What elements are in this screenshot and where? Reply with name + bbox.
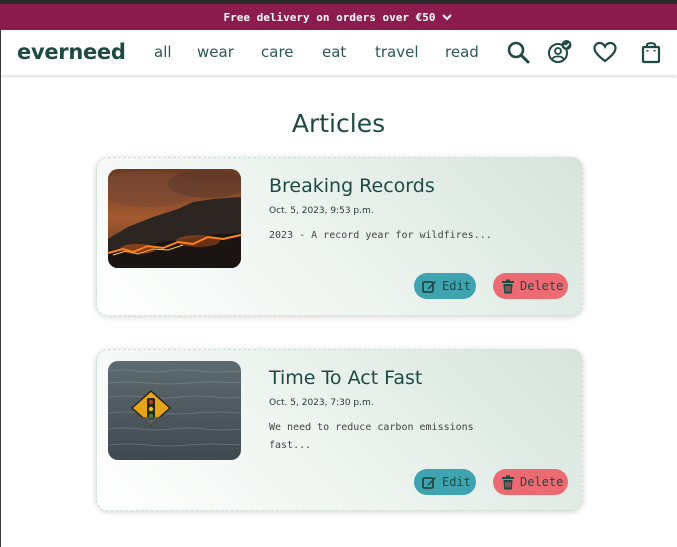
main-nav: everneed all wear care eat travel read: [1, 30, 677, 75]
nav-item-eat[interactable]: eat: [322, 43, 346, 61]
promo-text: Free delivery on orders over €50: [223, 10, 436, 24]
nav-item-wear[interactable]: wear: [197, 43, 234, 61]
delete-label: Delete: [520, 279, 564, 293]
promo-banner[interactable]: Free delivery on orders over €50: [0, 4, 677, 30]
delete-button[interactable]: Delete: [493, 273, 568, 299]
nav-item-travel[interactable]: travel: [375, 43, 419, 61]
heart-icon[interactable]: [592, 39, 618, 65]
article-image[interactable]: [108, 361, 241, 460]
trash-icon: [502, 475, 514, 489]
delete-button[interactable]: Delete: [493, 469, 568, 495]
edit-button[interactable]: Edit: [414, 273, 476, 299]
nav-item-care[interactable]: care: [261, 43, 294, 61]
edit-label: Edit: [442, 279, 471, 293]
edit-button[interactable]: Edit: [414, 469, 476, 495]
logo[interactable]: everneed: [17, 40, 126, 64]
article-date: Oct. 5, 2023, 9:53 p.m.: [269, 206, 374, 216]
window-left-edge: [0, 4, 1, 547]
edit-icon: [422, 476, 436, 489]
search-icon[interactable]: [505, 39, 531, 65]
shopping-bag-icon[interactable]: [638, 39, 664, 65]
article-title[interactable]: Time To Act Fast: [269, 367, 422, 389]
article-title[interactable]: Breaking Records: [269, 175, 435, 197]
article-card[interactable]: Breaking Records Oct. 5, 2023, 9:53 p.m.…: [96, 157, 583, 316]
article-card[interactable]: Time To Act Fast Oct. 5, 2023, 7:30 p.m.…: [96, 349, 583, 511]
page-title: Articles: [291, 109, 386, 138]
edit-icon: [422, 280, 436, 293]
article-excerpt: We need to reduce carbon emissions fast.…: [269, 422, 474, 451]
nav-item-read[interactable]: read: [445, 43, 479, 61]
account-verified-icon[interactable]: [546, 39, 572, 65]
trash-icon: [502, 279, 514, 293]
chevron-down-icon: [442, 14, 453, 21]
article-date: Oct. 5, 2023, 7:30 p.m.: [269, 398, 374, 408]
nav-item-all[interactable]: all: [154, 43, 172, 61]
edit-label: Edit: [442, 475, 471, 489]
article-image[interactable]: [108, 169, 241, 268]
delete-label: Delete: [520, 475, 564, 489]
article-excerpt: 2023 - A record year for wildfires...: [269, 230, 492, 241]
